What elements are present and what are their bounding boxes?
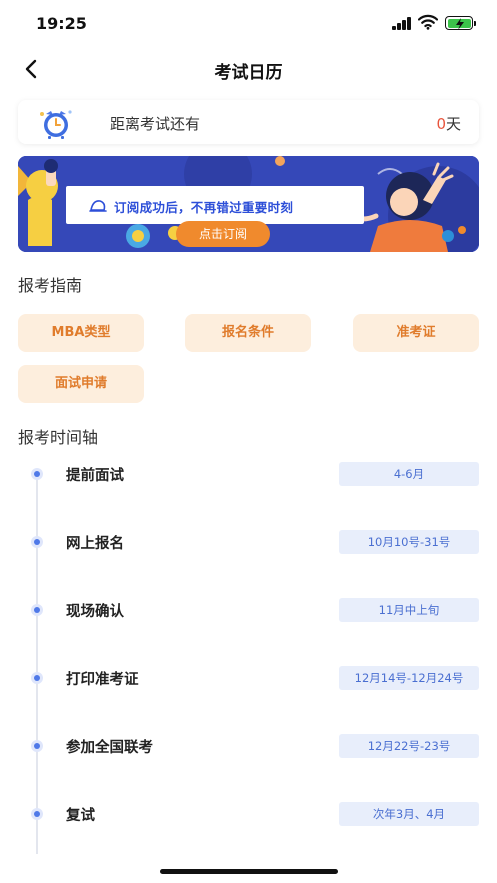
timeline-dot — [31, 672, 43, 684]
timeline-item-date: 11月中上旬 — [339, 598, 479, 622]
subscribe-banner[interactable]: 订阅成功后，不再错过重要时刻 点击订阅 — [18, 156, 479, 252]
timeline-item-label: 网上报名 — [66, 536, 124, 552]
timeline-item-label: 提前面试 — [66, 468, 124, 484]
battery-icon — [445, 16, 476, 30]
guide-mba-type-button[interactable]: MBA类型 — [18, 314, 144, 352]
alarm-clock-icon — [40, 110, 72, 139]
nav-bar: 考试日历 — [0, 46, 497, 92]
status-bar: 19:25 — [0, 0, 497, 46]
wifi-icon — [418, 14, 438, 30]
signal-icon — [392, 17, 412, 30]
home-indicator[interactable] — [160, 869, 338, 874]
countdown-days: 0 — [436, 115, 446, 133]
timeline-dot — [31, 808, 43, 820]
countdown-unit: 天 — [445, 115, 461, 133]
subscribe-button[interactable]: 点击订阅 — [176, 221, 270, 247]
status-time: 19:25 — [36, 14, 87, 33]
timeline-item-date: 10月10号-31号 — [339, 530, 479, 554]
countdown-value: 0天 — [436, 113, 461, 134]
bell-icon — [89, 200, 107, 212]
banner-text: 订阅成功后，不再错过重要时刻 — [114, 200, 294, 215]
timeline-item-label: 参加全国联考 — [66, 740, 153, 756]
timeline-item-date: 次年3月、4月 — [339, 802, 479, 826]
timeline-dot — [31, 604, 43, 616]
guide-admission-ticket-button[interactable]: 准考证 — [353, 314, 479, 352]
timeline-item-label: 复试 — [66, 808, 95, 824]
timeline-section-title: 报考时间轴 — [18, 428, 99, 447]
timeline-dot — [31, 536, 43, 548]
page-title: 考试日历 — [214, 63, 283, 83]
timeline-line — [36, 476, 38, 854]
timeline-item-label: 现场确认 — [66, 604, 124, 620]
timeline-dot — [31, 468, 43, 480]
guide-requirements-button[interactable]: 报名条件 — [185, 314, 311, 352]
timeline-item-label: 打印准考证 — [66, 672, 139, 688]
guide-section-title: 报考指南 — [18, 276, 83, 295]
guide-interview-application-button[interactable]: 面试申请 — [18, 365, 144, 403]
timeline-item-date: 12月22号-23号 — [339, 734, 479, 758]
timeline-item-date: 12月14号-12月24号 — [339, 666, 479, 690]
exam-countdown-card: 距离考试还有 0天 — [18, 100, 479, 144]
countdown-label: 距离考试还有 — [110, 115, 201, 133]
timeline-dot — [31, 740, 43, 752]
timeline-item-date: 4-6月 — [339, 462, 479, 486]
